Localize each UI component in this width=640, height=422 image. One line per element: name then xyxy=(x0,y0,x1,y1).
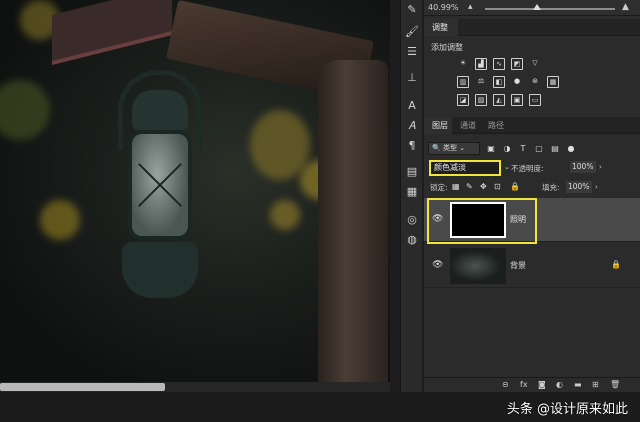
add-mask-icon[interactable]: ◙ xyxy=(538,380,546,389)
layer-row-background[interactable]: 👁 背景 🔒 xyxy=(424,244,640,288)
navigator-zoom-bar: 40.99% ▴ ▲ xyxy=(424,0,640,16)
stamp-icon[interactable]: ⊥ xyxy=(404,70,420,86)
tab-channels[interactable]: 通道 xyxy=(460,120,476,131)
opacity-field[interactable]: 100% xyxy=(570,161,596,173)
notes-icon[interactable]: ▦ xyxy=(404,184,420,200)
delete-layer-icon[interactable]: 🗑 xyxy=(610,380,620,389)
adjustment-icons-row-3: ◪ ▨ ◭ ▣ ▭ xyxy=(457,94,541,106)
filter-toggle-icon[interactable]: ● xyxy=(566,144,576,153)
zoom-slider-track[interactable] xyxy=(485,8,615,10)
zoom-value[interactable]: 40.99% xyxy=(428,3,459,12)
threshold-icon[interactable]: ◭ xyxy=(493,94,505,106)
shape-filter-icon[interactable]: ▢ xyxy=(534,144,544,153)
levels-icon[interactable]: ▟ xyxy=(475,58,487,70)
layers-list: 👁 照明 👁 背景 🔒 xyxy=(424,198,640,368)
curves-icon[interactable]: ∿ xyxy=(493,58,505,70)
selective-color-icon[interactable]: ▣ xyxy=(511,94,523,106)
tree-trunk xyxy=(318,60,388,382)
lock-position-icon[interactable]: ✥ xyxy=(480,182,487,191)
horizontal-scrollbar[interactable] xyxy=(0,383,165,391)
lock-row: 锁定: ▦ ✎ ✥ ⊡ 🔒 填充: 100% › xyxy=(430,181,636,194)
smart-object-filter-icon[interactable]: ▤ xyxy=(550,144,560,153)
brush-icon[interactable]: ✎ xyxy=(404,2,420,18)
panel-toolstrip: ✎ 🖌 ☰ ⊥ A 𝐴 ¶ ▤ ▦ ◎ ◍ xyxy=(400,0,422,392)
adjustment-icons-row-2: ▥ ⚖ ◧ ● ⊛ ▦ xyxy=(457,76,559,88)
tab-layers[interactable]: 图层 xyxy=(432,120,448,131)
vibrance-icon[interactable]: ▽ xyxy=(529,58,541,70)
3d-icon[interactable]: ◍ xyxy=(404,232,420,248)
type-filter-icon[interactable]: T xyxy=(518,144,528,153)
layer-filter-row: 🔍 类型 ⌄ ▣ ◑ T ▢ ▤ ● xyxy=(428,141,576,155)
watermark: 头条 @设计原来如此 xyxy=(506,402,628,417)
bokeh-highlight xyxy=(270,200,300,230)
layer-name[interactable]: 背景 xyxy=(510,260,526,271)
bokeh-highlight xyxy=(250,110,310,180)
fill-field[interactable]: 100% xyxy=(566,181,592,193)
roof-shape xyxy=(52,0,172,65)
fill-label: 填充: xyxy=(542,183,560,192)
blend-row: 颜色减淡 ⌄ 不透明度: 100% › xyxy=(428,160,636,176)
swatch-icon[interactable]: ◎ xyxy=(404,212,420,228)
link-layers-icon[interactable]: ⊝ xyxy=(502,380,509,389)
zoom-out-icon[interactable]: ▴ xyxy=(468,2,473,12)
new-layer-icon[interactable]: ⊞ xyxy=(592,380,599,389)
chevron-down-icon[interactable]: › xyxy=(595,183,598,191)
layers-bottom-bar: ⊝ fx ◙ ◐ ▬ ⊞ 🗑 xyxy=(424,377,640,392)
color-balance-icon[interactable]: ⚖ xyxy=(475,76,487,88)
adjustments-tabbar: 调整 xyxy=(424,19,640,36)
right-panel: 40.99% ▴ ▲ 调整 添加调整 ☀ ▟ ∿ ◩ ▽ ▥ ⚖ ◧ ● ⊛ ▦… xyxy=(424,0,640,392)
layers-tabbar: 图层 通道 路径 xyxy=(424,117,640,134)
invert-icon[interactable]: ◪ xyxy=(457,94,469,106)
lock-artboard-icon[interactable]: ⊡ xyxy=(494,182,501,191)
layer-thumbnail xyxy=(450,248,506,284)
paragraph-icon[interactable]: ¶ xyxy=(404,138,420,154)
zoom-slider-thumb[interactable] xyxy=(533,4,541,10)
lock-icon: 🔒 xyxy=(611,260,621,269)
brightness-icon[interactable]: ☀ xyxy=(457,58,469,70)
add-adjustment-label: 添加调整 xyxy=(431,43,463,52)
gradient-map-icon[interactable]: ▭ xyxy=(529,94,541,106)
chevron-down-icon[interactable]: › xyxy=(599,163,602,171)
zoom-in-icon[interactable]: ▲ xyxy=(622,2,629,12)
blend-mode-select[interactable]: 颜色减淡 xyxy=(429,160,501,176)
layer-row-lighting[interactable]: 👁 照明 xyxy=(424,198,640,244)
layer-kind-value: 类型 xyxy=(442,143,457,152)
text-path-icon[interactable]: 𝐴 xyxy=(404,118,420,134)
adjustment-icons-row-1: ☀ ▟ ∿ ◩ ▽ xyxy=(457,58,541,70)
exposure-icon[interactable]: ◩ xyxy=(511,58,523,70)
lock-transparency-icon[interactable]: ▦ xyxy=(452,182,460,191)
new-adjustment-icon[interactable]: ◐ xyxy=(556,380,563,389)
eye-icon[interactable]: 👁 xyxy=(432,260,443,270)
photo-filter-icon[interactable]: ● xyxy=(511,76,523,88)
opacity-label: 不透明度: xyxy=(511,164,544,173)
sliders-icon[interactable]: ☰ xyxy=(404,44,420,60)
chevron-down-icon[interactable]: ⌄ xyxy=(504,163,510,171)
tab-paths[interactable]: 路径 xyxy=(488,120,504,131)
posterize-icon[interactable]: ▨ xyxy=(475,94,487,106)
lock-label: 锁定: xyxy=(430,183,448,192)
bokeh-highlight xyxy=(40,200,80,240)
lock-pixels-icon[interactable]: ✎ xyxy=(466,182,473,191)
black-white-icon[interactable]: ◧ xyxy=(493,76,505,88)
document-canvas[interactable] xyxy=(0,0,390,382)
text-icon[interactable]: A xyxy=(404,98,420,114)
new-group-icon[interactable]: ▬ xyxy=(574,380,582,389)
color-lookup-icon[interactable]: ▦ xyxy=(547,76,559,88)
fx-icon[interactable]: fx xyxy=(520,380,528,389)
bokeh-highlight xyxy=(0,80,50,140)
channel-mixer-icon[interactable]: ⊛ xyxy=(529,76,541,88)
document-icon[interactable]: ▤ xyxy=(404,164,420,180)
lock-all-icon[interactable]: 🔒 xyxy=(510,182,520,191)
lantern xyxy=(100,70,220,300)
highlight-box xyxy=(427,198,537,244)
adjustment-filter-icon[interactable]: ◑ xyxy=(502,144,512,153)
layer-kind-select[interactable]: 🔍 类型 ⌄ xyxy=(428,141,480,155)
hue-saturation-icon[interactable]: ▥ xyxy=(457,76,469,88)
pixel-filter-icon[interactable]: ▣ xyxy=(486,144,496,153)
tab-adjustments[interactable]: 调整 xyxy=(432,22,448,33)
brush-icon[interactable]: 🖌 xyxy=(404,24,420,40)
